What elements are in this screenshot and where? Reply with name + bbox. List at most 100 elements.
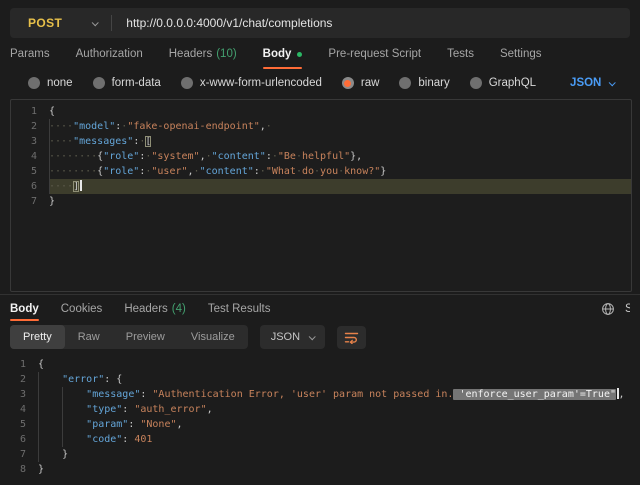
status-text-clipped: S bbox=[625, 303, 630, 315]
indent-guide bbox=[62, 387, 63, 447]
divider bbox=[111, 15, 112, 31]
response-header-right: S bbox=[601, 295, 630, 322]
wrap-text-icon bbox=[344, 331, 359, 344]
body-type-binary[interactable]: binary bbox=[399, 77, 449, 89]
radio-icon bbox=[93, 77, 105, 89]
code-line: 7} bbox=[11, 194, 631, 209]
request-body-editor[interactable]: 1{2····"model":·"fake-openai-endpoint",·… bbox=[10, 99, 632, 292]
code-line: 2 "error": { bbox=[0, 372, 640, 387]
code-line: 6 "code": 401 bbox=[0, 432, 640, 447]
line-number: 6 bbox=[0, 432, 26, 447]
tab-count-badge: (10) bbox=[216, 48, 236, 60]
line-number: 7 bbox=[11, 194, 37, 209]
code-line: 5········{"role":·"user",·"content":·"Wh… bbox=[11, 164, 631, 179]
radio-icon bbox=[28, 77, 40, 89]
radio-icon bbox=[181, 77, 193, 89]
request-code-lines: 1{2····"model":·"fake-openai-endpoint",·… bbox=[11, 104, 631, 209]
chevron-down-icon bbox=[92, 19, 99, 26]
line-number: 6 bbox=[11, 179, 37, 194]
body-type-x-www-form-urlencoded[interactable]: x-www-form-urlencoded bbox=[181, 77, 322, 89]
code-line: 4 "type": "auth_error", bbox=[0, 402, 640, 417]
tab-headers[interactable]: Headers (4) bbox=[124, 295, 186, 322]
tab-label: Headers bbox=[124, 303, 167, 315]
line-number: 4 bbox=[0, 402, 26, 417]
tab-body[interactable]: Body bbox=[10, 295, 39, 322]
view-tab-raw[interactable]: Raw bbox=[65, 325, 113, 349]
url-input[interactable]: http://0.0.0.0:4000/v1/chat/completions bbox=[126, 16, 630, 30]
request-tabs: Params Authorization Headers (10) Body Pre-re… bbox=[0, 38, 640, 70]
tab-test-results[interactable]: Test Results bbox=[208, 295, 271, 322]
body-type-raw[interactable]: raw bbox=[342, 77, 380, 89]
tab-tests[interactable]: Tests bbox=[447, 38, 474, 70]
globe-icon[interactable] bbox=[601, 302, 615, 316]
tab-settings[interactable]: Settings bbox=[500, 38, 542, 70]
tab-label: Tests bbox=[447, 48, 474, 60]
view-tab-preview[interactable]: Preview bbox=[113, 325, 178, 349]
code-line: 3····"messages":·[ bbox=[11, 134, 631, 149]
code-line: 1{ bbox=[11, 104, 631, 119]
tab-label: Headers bbox=[169, 48, 212, 60]
radio-label: GraphQL bbox=[489, 77, 536, 89]
radio-icon bbox=[342, 77, 354, 89]
tab-params[interactable]: Params bbox=[10, 38, 50, 70]
indent-guide bbox=[38, 372, 39, 462]
body-type-graphql[interactable]: GraphQL bbox=[470, 77, 536, 89]
wrap-text-button[interactable] bbox=[337, 326, 366, 349]
response-format-dropdown[interactable]: JSON bbox=[260, 325, 325, 349]
tab-cookies[interactable]: Cookies bbox=[61, 295, 103, 322]
response-view-controls: PrettyRawPreviewVisualize JSON bbox=[0, 322, 640, 352]
radio-label: none bbox=[47, 77, 73, 89]
line-number: 1 bbox=[0, 357, 26, 372]
line-number: 2 bbox=[11, 119, 37, 134]
line-number: 3 bbox=[11, 134, 37, 149]
body-type-form-data[interactable]: form-data bbox=[93, 77, 161, 89]
code-line: 4········{"role":·"system",·"content":·"… bbox=[11, 149, 631, 164]
body-format-dropdown[interactable]: JSON bbox=[570, 77, 614, 89]
radio-label: binary bbox=[418, 77, 449, 89]
response-code-lines: 1{2 "error": {3 "message": "Authenticati… bbox=[0, 357, 640, 477]
tab-label: Body bbox=[263, 48, 292, 60]
code-line: 6····] bbox=[11, 179, 631, 194]
tab-label: Pre-request Script bbox=[328, 48, 421, 60]
tab-pre-request-script[interactable]: Pre-request Script bbox=[328, 38, 421, 70]
body-type-selector: none form-data x-www-form-urlencoded raw bin… bbox=[0, 70, 640, 96]
chevron-down-icon bbox=[609, 79, 616, 86]
app-root: POST http://0.0.0.0:4000/v1/chat/complet… bbox=[0, 8, 640, 477]
line-number: 1 bbox=[11, 104, 37, 119]
line-number: 2 bbox=[0, 372, 26, 387]
tab-label: Authorization bbox=[76, 48, 143, 60]
view-tab-pretty[interactable]: Pretty bbox=[10, 325, 65, 349]
radio-label: x-www-form-urlencoded bbox=[200, 77, 322, 89]
tab-headers[interactable]: Headers (10) bbox=[169, 38, 237, 70]
method-selector[interactable]: POST bbox=[10, 16, 97, 30]
view-tab-visualize[interactable]: Visualize bbox=[178, 325, 248, 349]
line-number: 5 bbox=[11, 164, 37, 179]
radio-label: form-data bbox=[112, 77, 161, 89]
tab-label: Body bbox=[10, 303, 39, 315]
response-format-label: JSON bbox=[271, 331, 300, 343]
code-line: 2····"model":·"fake-openai-endpoint",· bbox=[11, 119, 631, 134]
response-body-viewer[interactable]: 1{2 "error": {3 "message": "Authenticati… bbox=[0, 352, 640, 477]
code-line: 1{ bbox=[0, 357, 640, 372]
radio-label: raw bbox=[361, 77, 380, 89]
response-view-tabs: PrettyRawPreviewVisualize bbox=[10, 325, 248, 349]
body-type-none[interactable]: none bbox=[28, 77, 73, 89]
radio-icon bbox=[470, 77, 482, 89]
response-tabs: Body Cookies Headers (4) Test Results bbox=[10, 295, 270, 322]
modified-dot bbox=[297, 52, 302, 57]
response-header: Body Cookies Headers (4) Test Results S bbox=[0, 295, 640, 322]
text-caret bbox=[80, 180, 82, 191]
tab-body[interactable]: Body bbox=[263, 38, 303, 70]
code-line: 8} bbox=[0, 462, 640, 477]
tab-count-badge: (4) bbox=[172, 303, 186, 315]
tab-label: Cookies bbox=[61, 303, 103, 315]
chevron-down-icon bbox=[309, 333, 316, 340]
line-number: 7 bbox=[0, 447, 26, 462]
radio-icon bbox=[399, 77, 411, 89]
code-line: 7 } bbox=[0, 447, 640, 462]
method-label: POST bbox=[28, 16, 62, 30]
tab-authorization[interactable]: Authorization bbox=[76, 38, 143, 70]
line-number: 4 bbox=[11, 149, 37, 164]
code-line: 3 "message": "Authentication Error, 'use… bbox=[0, 387, 640, 402]
tab-label: Test Results bbox=[208, 303, 271, 315]
